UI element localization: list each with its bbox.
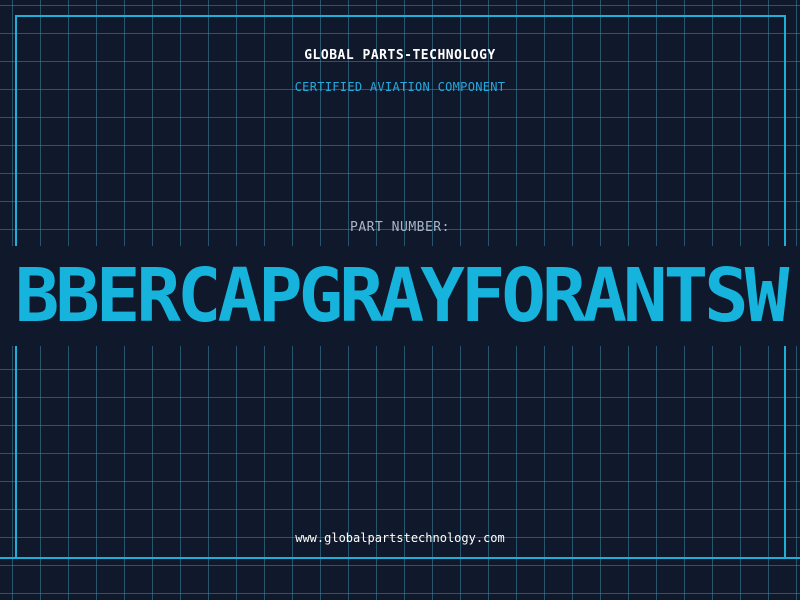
certification-subtitle: CERTIFIED AVIATION COMPONENT bbox=[294, 80, 506, 94]
part-number-value: BBERCAPGRAYFORANTSW bbox=[14, 253, 789, 339]
website-url: www.globalpartstechnology.com bbox=[295, 531, 505, 545]
company-name: GLOBAL PARTS-TECHNOLOGY bbox=[304, 48, 496, 63]
part-number-band: BBERCAPGRAYFORANTSW bbox=[0, 246, 800, 346]
part-number-label: PART NUMBER: bbox=[350, 220, 450, 235]
frame-bottom-rule bbox=[0, 557, 800, 559]
